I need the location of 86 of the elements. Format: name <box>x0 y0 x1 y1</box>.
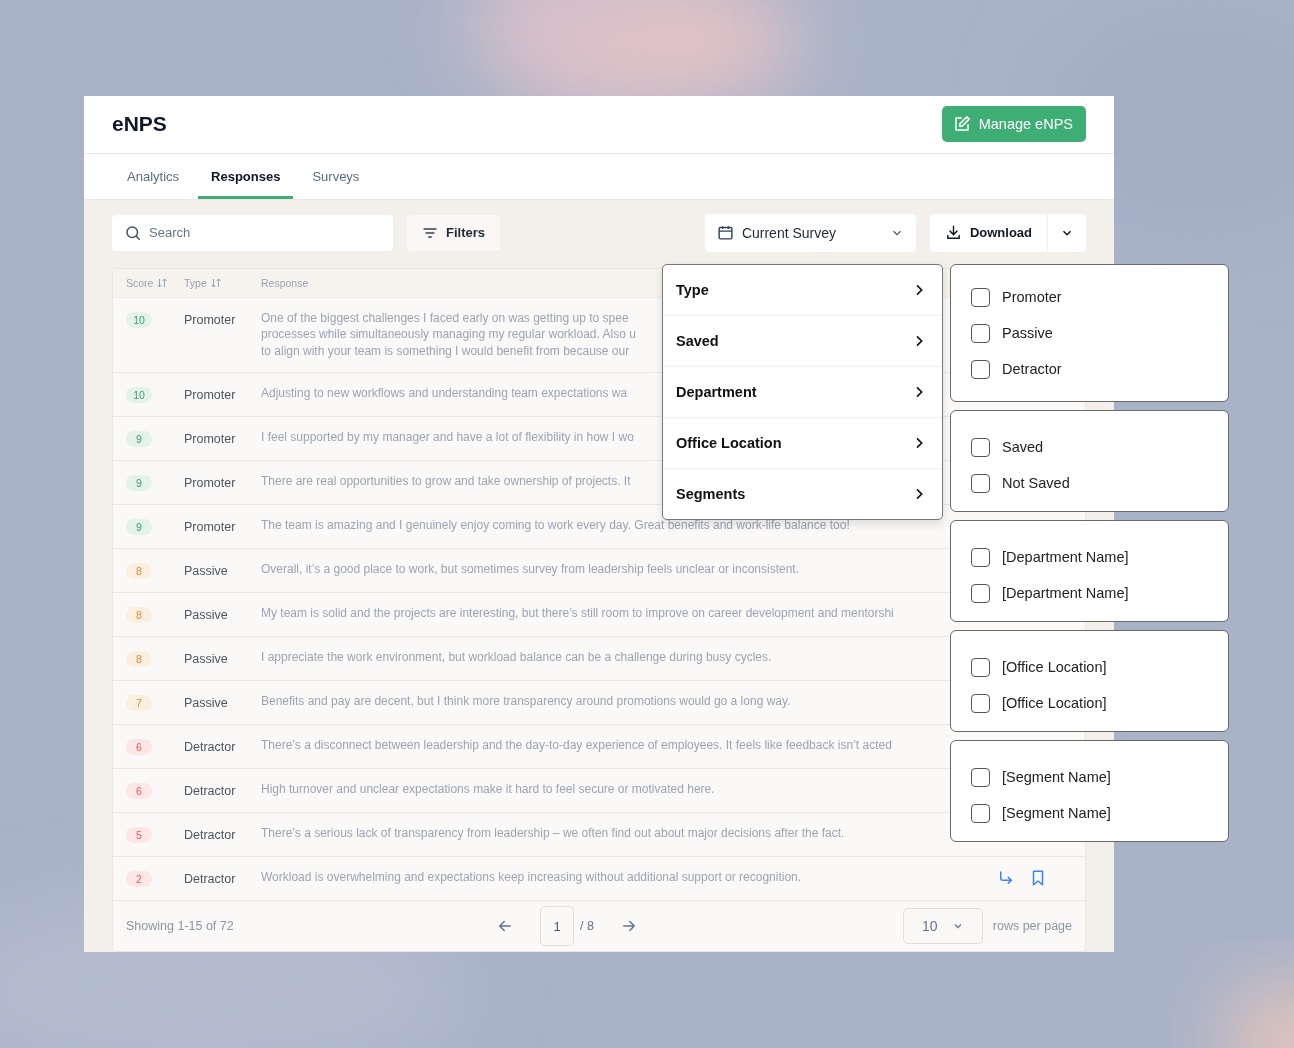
tab[interactable]: Surveys <box>299 153 373 199</box>
rows-per-page-select[interactable]: 10 <box>902 908 983 944</box>
checkbox[interactable] <box>971 437 990 457</box>
response-text: The team is amazing and I genuinely enjoy coming to work every day. Great benefits and work-life balance too! <box>261 517 850 534</box>
survey-dropdown[interactable]: Current Survey <box>704 213 916 252</box>
checkbox[interactable] <box>971 803 990 823</box>
response-type: Promoter <box>184 476 236 490</box>
score-badge: 10 <box>126 387 152 403</box>
score-badge: 8 <box>126 563 152 579</box>
response-type: Detractor <box>184 828 236 842</box>
results-count: Showing 1-15 of 72 <box>126 919 235 933</box>
score-badge: 10 <box>126 311 152 328</box>
response-type: Passive <box>184 652 228 666</box>
response-type: Detractor <box>184 872 236 886</box>
response-type: Promoter <box>184 520 236 534</box>
option-label: Not Saved <box>1002 475 1070 491</box>
checkbox[interactable] <box>971 583 990 603</box>
filter-menu-item[interactable]: Type <box>663 265 942 316</box>
option-label: Promoter <box>1002 289 1062 305</box>
search-field[interactable]: Search <box>112 214 393 251</box>
option-label: [Department Name] <box>1002 585 1129 601</box>
response-type: Passive <box>184 564 228 578</box>
checkbox[interactable] <box>971 693 990 713</box>
response-text: There’s a serious lack of transparency from leadership – we often find out about major decisions after the fact. <box>261 825 845 842</box>
score-badge: 5 <box>126 827 152 843</box>
response-type: Promoter <box>184 432 236 446</box>
filter-menu-item[interactable]: Segments <box>663 469 942 519</box>
score-badge: 6 <box>126 783 152 799</box>
score-badge: 9 <box>126 519 152 535</box>
response-text: processes while simultaneously managing my regular workload. Also u <box>261 326 636 343</box>
response-type: Detractor <box>184 784 236 798</box>
download-icon <box>944 224 962 241</box>
calendar-icon <box>716 224 734 241</box>
option-label: [Segment Name] <box>1002 769 1111 785</box>
score-badge: 2 <box>126 871 152 887</box>
checkbox[interactable] <box>971 323 990 343</box>
response-text: High turnover and unclear expectations make it hard to feel secure or motivated here. <box>261 781 715 798</box>
edit-icon <box>952 115 971 134</box>
response-text: My team is solid and the projects are interesting, but there’s still room to improve on career development and mentorshi <box>261 605 894 622</box>
page-title: eNPS <box>112 112 167 137</box>
search-icon <box>124 223 142 242</box>
response-type: Promoter <box>184 388 236 402</box>
score-badge: 9 <box>126 431 152 447</box>
option-label: Saved <box>1002 439 1044 455</box>
option-label: Passive <box>1002 325 1053 341</box>
response-type: Detractor <box>184 740 236 754</box>
response-text: Workload is overwhelming and expectations keep increasing without additional support or recognition. <box>261 869 802 886</box>
option-label: [Office Location] <box>1002 695 1107 711</box>
response-type: Passive <box>184 608 228 622</box>
response-text: There’s a disconnect between leadership and the day-to-day experience of employees. It feels like feedback isn’t acted <box>261 737 892 754</box>
tab[interactable]: Responses <box>198 153 294 199</box>
score-badge: 9 <box>126 475 152 491</box>
score-badge: 7 <box>126 695 152 711</box>
score-badge: 6 <box>126 739 152 755</box>
response-type: Passive <box>184 696 228 710</box>
tab[interactable]: Analytics <box>114 153 193 199</box>
score-badge: 8 <box>126 607 152 623</box>
score-badge: 8 <box>126 651 152 667</box>
filter-menu-item[interactable]: Department <box>663 367 942 418</box>
checkbox[interactable] <box>971 547 990 567</box>
option-label: [Segment Name] <box>1002 805 1111 821</box>
response-type: Promoter <box>184 312 236 327</box>
checkbox[interactable] <box>971 287 990 307</box>
page-total: / 8 <box>580 919 594 933</box>
reply-icon[interactable] <box>997 869 1015 887</box>
checkbox[interactable] <box>971 359 990 379</box>
response-text: I feel supported by my manager and have a lot of flexibility in how I wo <box>261 429 634 446</box>
rows-per-page-label: rows per page <box>992 919 1072 933</box>
filter-menu-item[interactable]: Office Location <box>663 418 942 469</box>
response-text: There are real opportunities to grow and take ownership of projects. It <box>261 473 631 490</box>
response-text: I appreciate the work environment, but workload balance can be a challenge during busy cycles. <box>261 649 772 666</box>
response-text: Overall, it’s a good place to work, but sometimes survey from leadership feels unclear or inconsistent. <box>261 561 800 578</box>
filter-menu-item[interactable]: Saved <box>663 316 942 367</box>
option-label: [Office Location] <box>1002 659 1107 675</box>
response-text: Adjusting to new workflows and understanding team expectations wa <box>261 385 628 402</box>
column-header: Response <box>261 276 309 289</box>
checkbox[interactable] <box>971 767 990 787</box>
response-text: Benefits and pay are decent, but I think more transparency around promotions would go a long way. <box>261 693 791 710</box>
page-field[interactable]: 1 <box>540 906 574 946</box>
response-text: to align with your team is something I would benefit from because our <box>261 342 630 359</box>
filters-button[interactable]: Filters <box>407 214 500 251</box>
option-label: Detractor <box>1002 361 1062 377</box>
option-label: [Department Name] <box>1002 549 1129 565</box>
checkbox[interactable] <box>971 473 990 493</box>
response-text: One of the biggest challenges I faced early on was getting up to spee <box>261 309 629 326</box>
checkbox[interactable] <box>971 657 990 677</box>
